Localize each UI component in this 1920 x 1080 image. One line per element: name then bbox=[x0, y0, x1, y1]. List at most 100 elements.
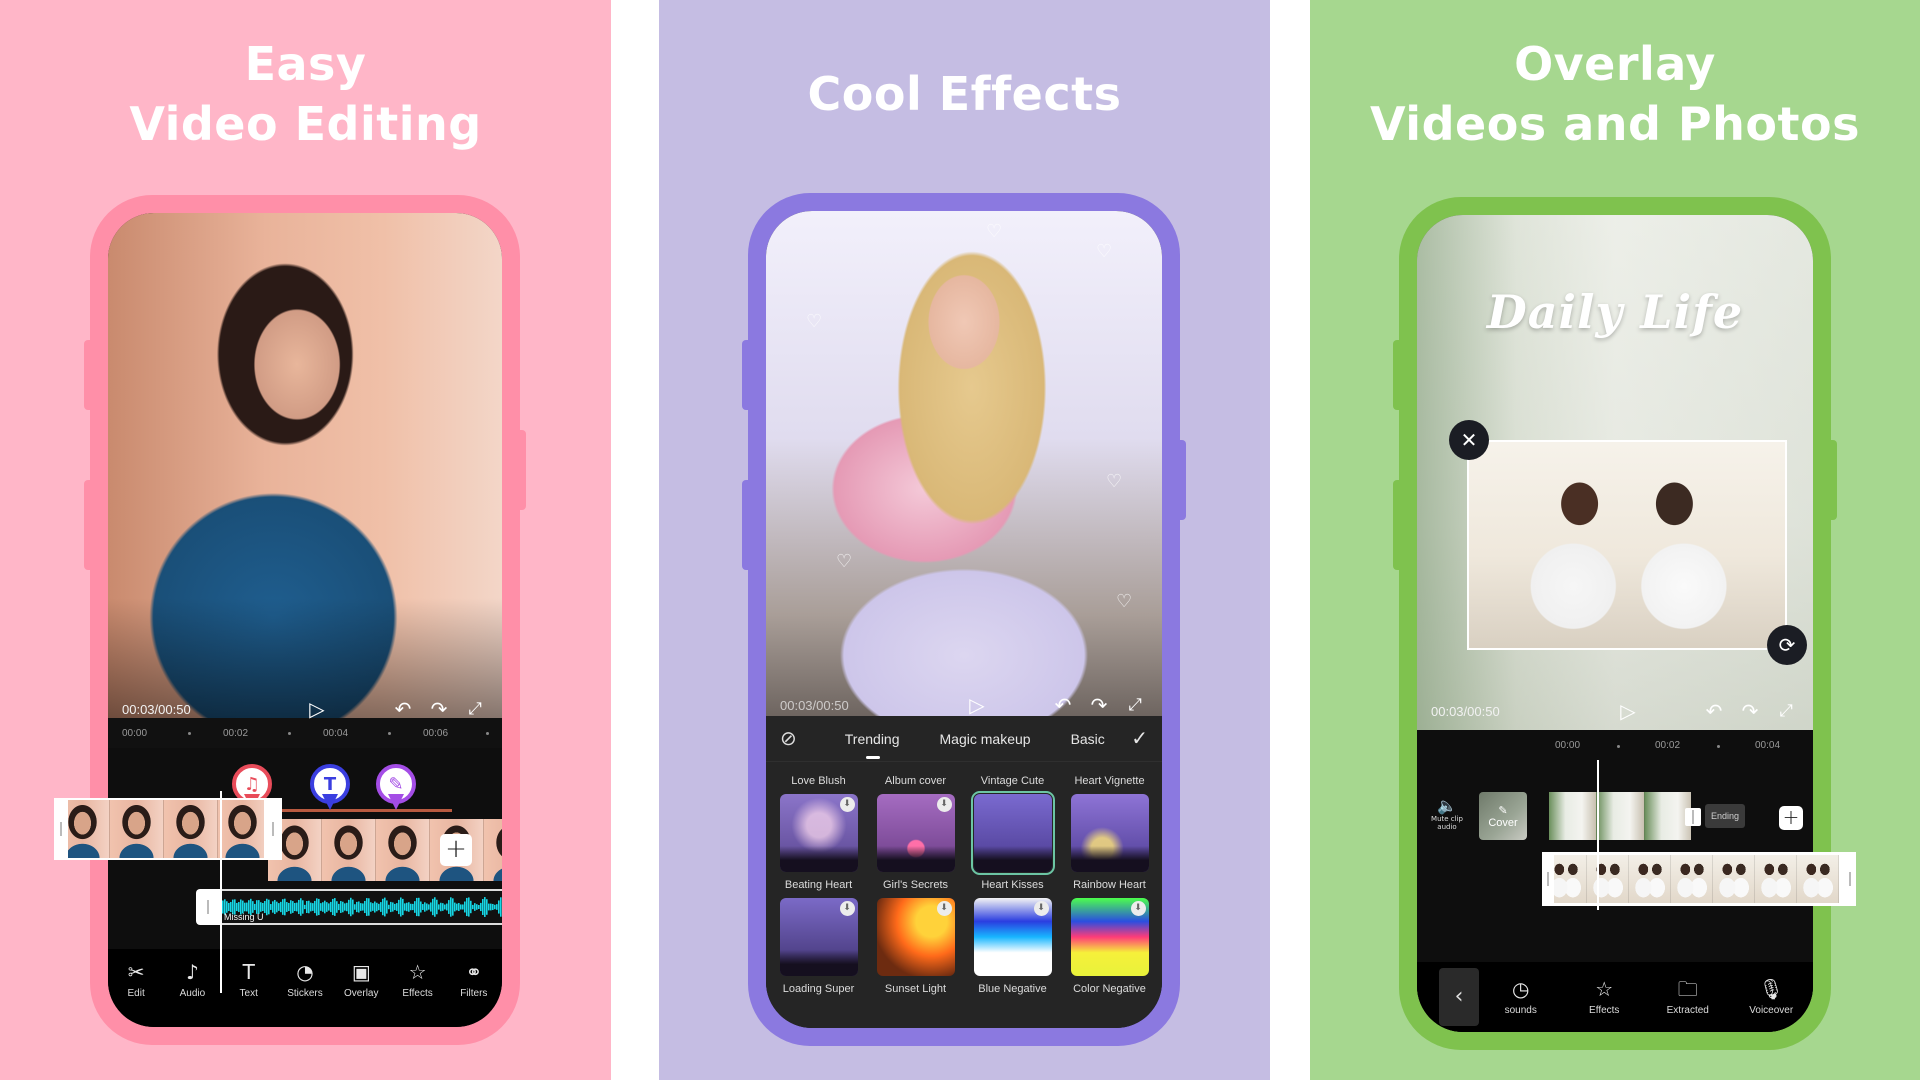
download-icon[interactable]: ⬇ bbox=[1033, 901, 1049, 916]
tool-label: Voiceover bbox=[1749, 1005, 1794, 1016]
video-preview[interactable] bbox=[108, 213, 502, 718]
effect-item[interactable]: ⬇ Loading Super bbox=[776, 894, 861, 998]
waveform-bar bbox=[312, 903, 314, 911]
waveform-bar bbox=[424, 902, 426, 912]
fullscreen-icon[interactable]: ⤢ bbox=[462, 699, 488, 719]
clip-thumbnail bbox=[1713, 855, 1755, 903]
clip-trim-handle-right[interactable] bbox=[264, 798, 282, 860]
playhead[interactable] bbox=[220, 791, 222, 993]
redo-icon[interactable]: ↷ bbox=[1737, 701, 1763, 721]
download-icon[interactable]: ⬇ bbox=[936, 797, 952, 812]
audio-track[interactable]: Missing U bbox=[220, 889, 502, 925]
mute-clip-audio-button[interactable]: 🔈 Mute clip audio bbox=[1427, 796, 1467, 831]
add-clip-button[interactable]: + bbox=[440, 834, 472, 866]
heart-sparkle-icon: ♡ bbox=[1116, 591, 1133, 612]
tool-edit[interactable]: ✂ Edit bbox=[109, 961, 163, 999]
tool-voiceover[interactable]: 🎙 Voiceover bbox=[1744, 978, 1798, 1016]
tool-stickers[interactable]: ◔ Stickers bbox=[278, 961, 332, 999]
title-line-1: Overlay bbox=[1514, 37, 1716, 91]
tab-magic-makeup[interactable]: Magic makeup bbox=[940, 731, 1031, 747]
video-preview[interactable]: Daily Life ✕ ⟳ bbox=[1417, 215, 1813, 730]
add-clip-button[interactable]: + bbox=[1779, 806, 1803, 830]
waveform-bar bbox=[282, 899, 284, 915]
download-icon[interactable]: ⬇ bbox=[839, 901, 855, 916]
download-icon[interactable]: ⬇ bbox=[839, 797, 855, 812]
play-icon[interactable]: ▷ bbox=[1615, 701, 1641, 721]
tool-sounds[interactable]: ◷ sounds bbox=[1494, 978, 1548, 1016]
no-effect-icon[interactable]: ⊘ bbox=[780, 726, 797, 751]
clip-trim-handle[interactable] bbox=[1685, 808, 1701, 826]
effect-item[interactable]: ⬇ Color Negative bbox=[1067, 894, 1152, 998]
effect-item[interactable]: Heart Vignette Rainbow Heart bbox=[1067, 772, 1152, 894]
timeline-ruler[interactable]: 00:00 00:02 00:04 00:06 bbox=[108, 718, 502, 748]
tab-trending[interactable]: Trending bbox=[845, 731, 900, 747]
waveform-bar bbox=[360, 903, 362, 911]
download-icon[interactable]: ⬇ bbox=[936, 901, 952, 916]
waveform-bar bbox=[378, 903, 380, 911]
tool-effects[interactable]: ☆ Effects bbox=[1577, 978, 1631, 1016]
effect-marker[interactable]: ✎ bbox=[376, 764, 416, 812]
undo-icon[interactable]: ↶ bbox=[390, 699, 416, 719]
effect-item[interactable]: Love Blush ⬇ Beating Heart bbox=[776, 772, 861, 894]
overlay-trim-handle-right[interactable] bbox=[1844, 852, 1856, 906]
confirm-check-icon[interactable]: ✓ bbox=[1131, 726, 1148, 751]
fullscreen-icon[interactable]: ⤢ bbox=[1773, 701, 1799, 721]
waveform-bar bbox=[326, 902, 328, 912]
tab-basic[interactable]: Basic bbox=[1071, 731, 1105, 747]
effect-thumbnail[interactable] bbox=[1070, 794, 1149, 872]
video-clip-track[interactable] bbox=[1549, 792, 1691, 840]
effect-thumbnail[interactable]: ⬇ bbox=[1070, 898, 1149, 976]
overlay-clip-track[interactable] bbox=[1542, 852, 1854, 906]
waveform-bar bbox=[422, 904, 424, 910]
redo-icon[interactable]: ↷ bbox=[426, 699, 452, 719]
cover-button[interactable]: ✎ Cover bbox=[1479, 792, 1527, 840]
waveform-bar bbox=[376, 902, 378, 912]
playhead[interactable] bbox=[1597, 760, 1599, 910]
title-line-1: Easy bbox=[244, 37, 367, 91]
effect-name: Vintage Cute bbox=[980, 775, 1045, 787]
effect-thumbnail[interactable]: ⬇ bbox=[876, 794, 955, 872]
back-chevron-button[interactable]: ‹ bbox=[1439, 968, 1479, 1026]
rotate-overlay-button[interactable]: ⟳ bbox=[1767, 625, 1807, 665]
effect-item[interactable]: ⬇ Blue Negative bbox=[970, 894, 1055, 998]
tool-audio[interactable]: ♪ Audio bbox=[165, 961, 219, 999]
waveform-bar bbox=[302, 900, 304, 914]
text-marker[interactable]: T bbox=[310, 764, 350, 812]
overlay-trim-handle-left[interactable] bbox=[1542, 852, 1554, 906]
undo-icon[interactable]: ↶ bbox=[1050, 695, 1076, 715]
effect-item[interactable]: Vintage Cute Heart Kisses bbox=[970, 772, 1055, 894]
tool-label: Stickers bbox=[287, 988, 323, 999]
fullscreen-icon[interactable]: ⤢ bbox=[1122, 695, 1148, 715]
tool-overlay[interactable]: ▣ Overlay bbox=[334, 961, 388, 999]
ending-button[interactable]: Ending bbox=[1705, 804, 1746, 828]
effect-item[interactable]: ⬇ Sunset Light bbox=[873, 894, 958, 998]
effect-thumbnail[interactable]: ⬇ bbox=[779, 898, 858, 976]
overlay-photo-layer[interactable] bbox=[1467, 440, 1787, 650]
waveform-bar bbox=[272, 901, 274, 913]
clip-trim-handle-left[interactable] bbox=[54, 798, 68, 860]
download-icon[interactable]: ⬇ bbox=[1130, 901, 1146, 916]
video-preview[interactable]: ♡ ♡ ♡ ♡ ♡ ♡ bbox=[766, 211, 1162, 716]
play-icon[interactable]: ▷ bbox=[304, 699, 330, 719]
play-icon[interactable]: ▷ bbox=[964, 695, 990, 715]
title-line-2: Videos and Photos bbox=[1370, 97, 1860, 151]
effect-thumbnail[interactable]: ⬇ bbox=[779, 794, 858, 872]
waveform-bar bbox=[316, 898, 318, 916]
waveform-bar bbox=[420, 901, 422, 913]
close-overlay-button[interactable]: ✕ bbox=[1449, 420, 1489, 460]
selected-clip-segment[interactable] bbox=[54, 798, 278, 860]
effect-thumbnail[interactable]: ⬇ bbox=[973, 898, 1052, 976]
audio-trim-handle[interactable] bbox=[196, 889, 220, 925]
effect-thumbnail-selected[interactable] bbox=[970, 791, 1055, 875]
effect-name: Blue Negative bbox=[978, 983, 1047, 995]
effect-thumbnail[interactable]: ⬇ bbox=[876, 898, 955, 976]
effect-item[interactable]: Album cover ⬇ Girl's Secrets bbox=[873, 772, 958, 894]
undo-icon[interactable]: ↶ bbox=[1701, 701, 1727, 721]
tool-extracted[interactable]: 🗀 Extracted bbox=[1661, 978, 1715, 1016]
tool-text[interactable]: T Text bbox=[222, 961, 276, 999]
video-text-overlay[interactable]: Daily Life bbox=[1417, 285, 1813, 339]
waveform-bar bbox=[416, 897, 418, 917]
redo-icon[interactable]: ↷ bbox=[1086, 695, 1112, 715]
tool-effects[interactable]: ☆ Effects bbox=[391, 961, 445, 999]
tool-filters[interactable]: ⚭ Filters bbox=[447, 961, 501, 999]
